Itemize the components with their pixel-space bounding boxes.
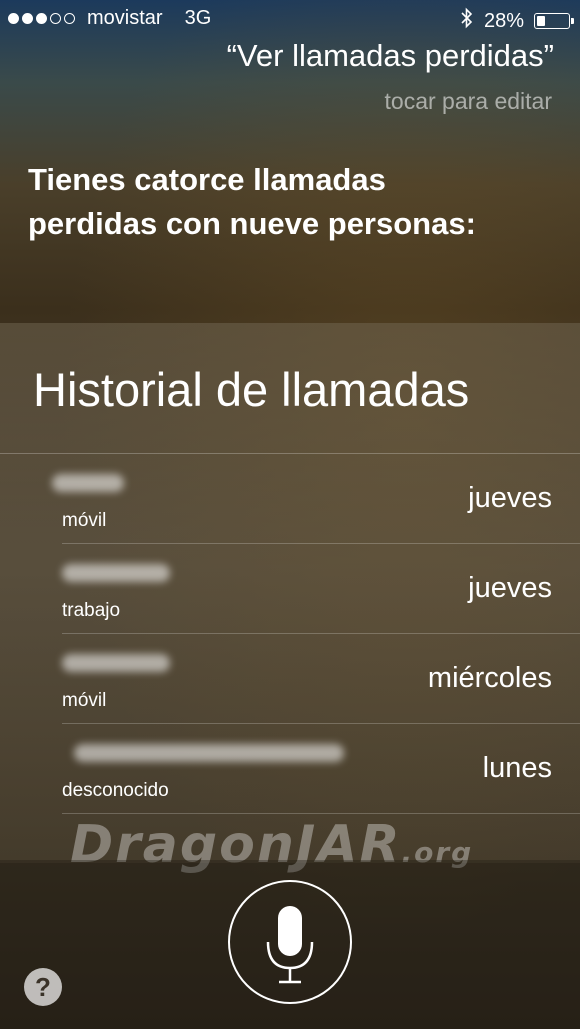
signal-strength-icon <box>8 13 75 24</box>
siri-query[interactable]: “Ver llamadas perdidas” <box>227 38 554 74</box>
battery-percent: 28% <box>483 9 524 32</box>
signal-dot <box>36 13 47 24</box>
battery-icon <box>534 13 574 29</box>
tap-to-edit-hint[interactable]: tocar para editar <box>385 88 552 115</box>
call-day: jueves <box>468 572 552 604</box>
call-type: móvil <box>62 690 107 711</box>
signal-dot <box>50 13 61 24</box>
status-left: movistar 3G <box>8 7 211 30</box>
call-type: móvil <box>62 510 107 531</box>
call-row[interactable]: móvil jueves <box>52 454 580 544</box>
row-separator <box>62 813 580 814</box>
network-type: 3G <box>184 7 212 29</box>
battery-nub <box>571 18 574 24</box>
battery-fill <box>537 16 545 26</box>
call-day: jueves <box>468 482 552 514</box>
signal-dot <box>64 13 75 24</box>
help-button[interactable]: ? <box>24 968 62 1006</box>
call-history-title: Historial de llamadas <box>33 363 470 416</box>
call-row[interactable]: móvil miércoles <box>62 634 580 724</box>
siri-response: Tienes catorce llamadas perdidas con nue… <box>28 162 476 241</box>
call-type: desconocido <box>62 780 169 801</box>
status-bar: movistar 3G 28% <box>0 0 580 40</box>
microphone-icon <box>266 906 314 984</box>
status-right: 28% <box>460 7 574 35</box>
call-row[interactable]: desconocido lunes <box>62 724 580 814</box>
call-row[interactable]: trabajo jueves <box>62 544 580 634</box>
microphone-button[interactable] <box>228 880 352 1004</box>
call-day: miércoles <box>427 662 552 694</box>
blurred-caller-name <box>62 654 170 672</box>
blurred-caller-name <box>62 564 170 582</box>
blurred-caller-name <box>74 744 344 762</box>
carrier-name: movistar <box>87 7 163 29</box>
call-type: trabajo <box>62 600 121 621</box>
signal-dot <box>22 13 33 24</box>
bluetooth-icon <box>460 7 474 35</box>
signal-dot <box>8 13 19 24</box>
call-day: lunes <box>482 752 552 784</box>
blurred-caller-name <box>52 474 124 492</box>
